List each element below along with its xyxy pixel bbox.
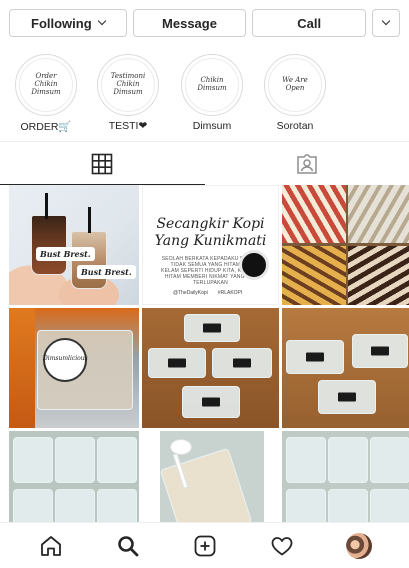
post-coffee-quote[interactable]: Secangkir Kopi Yang Kunikmati SEOLAH BER… <box>142 185 279 305</box>
highlight-label: Sorotan <box>276 120 314 132</box>
tab-posts-grid[interactable] <box>0 142 205 185</box>
package-label <box>168 358 186 368</box>
highlight-sorotan[interactable]: We Are Open Sorotan <box>255 54 335 132</box>
package-label <box>233 358 251 368</box>
nav-home[interactable] <box>29 524 73 568</box>
grid-icon <box>91 153 113 174</box>
collage-photo <box>348 185 409 243</box>
nav-add-post[interactable] <box>183 524 227 568</box>
food-package <box>212 348 272 378</box>
post-dimsum-package[interactable]: Dimsumlicious <box>9 308 139 428</box>
highlight-cover: Chikin Dimsum <box>181 54 243 116</box>
food-package <box>97 437 137 483</box>
poster-title: Secangkir Kopi Yang Kunikmati <box>143 216 278 250</box>
collage-photo <box>348 246 409 305</box>
spoon <box>170 439 192 455</box>
chevron-down-icon <box>97 16 106 26</box>
highlight-label: TESTI❤ <box>108 120 148 132</box>
heart-icon <box>271 536 292 555</box>
home-icon <box>40 535 61 556</box>
post-dimsum-packs-wood[interactable] <box>282 308 409 428</box>
package-label <box>202 397 220 407</box>
coffee-cup-topview <box>239 250 269 280</box>
add-post-icon <box>194 535 215 556</box>
cup-label: Bust Brest. <box>36 247 95 261</box>
package-label <box>371 346 389 356</box>
suggested-accounts-button[interactable] <box>372 9 400 37</box>
message-label: Message <box>162 15 217 31</box>
posts-grid: Bust Brest. Bust Brest. Secangkir Kopi Y… <box>9 185 409 543</box>
package-label <box>306 352 324 362</box>
poster-footer: @TheDailyKopi #RLAKOPI <box>173 290 268 296</box>
post-dessert-collage[interactable] <box>282 185 409 305</box>
food-package <box>328 437 368 483</box>
straw <box>45 193 48 219</box>
highlight-dimsum[interactable]: Chikin Dimsum Dimsum <box>172 54 252 132</box>
highlight-cover-text: We Are Open <box>268 58 322 112</box>
juice-bottle <box>9 308 35 428</box>
tab-tagged[interactable] <box>205 142 409 185</box>
food-package <box>182 386 240 418</box>
poster-title-line: Secangkir Kopi <box>156 216 265 232</box>
highlight-cover-text: Order Chikin Dimsum <box>19 58 73 112</box>
food-package <box>13 437 53 483</box>
food-package <box>286 340 344 374</box>
sticker-text: Dimsumlicious <box>43 355 88 362</box>
food-package <box>184 314 240 342</box>
highlight-order[interactable]: Order Chikin Dimsum ORDER🛒 <box>6 54 86 133</box>
collage-photo <box>282 185 346 243</box>
poster-title-line: Yang Kunikmati <box>154 233 267 249</box>
cup-label: Bust Brest. <box>77 265 136 279</box>
food-package <box>370 437 409 483</box>
food-package <box>318 380 376 414</box>
highlight-cover-text: Testimoni Chikin Dimsum <box>101 58 155 112</box>
poster-hashtag: #RLAKOPI <box>217 290 243 296</box>
post-dimsum-packs-table[interactable] <box>142 308 279 428</box>
highlight-testi[interactable]: Testimoni Chikin Dimsum TESTI❤ <box>88 54 168 132</box>
chevron-down-icon <box>381 16 391 26</box>
nav-profile[interactable] <box>337 524 381 568</box>
following-label: Following <box>31 15 92 31</box>
profile-actions: Following Message Call <box>9 9 400 37</box>
package-label <box>338 392 356 402</box>
following-button[interactable]: Following <box>9 9 127 37</box>
highlight-cover-text: Chikin Dimsum <box>185 58 239 112</box>
nav-activity[interactable] <box>260 524 304 568</box>
call-label: Call <box>297 15 322 31</box>
straw <box>88 207 91 233</box>
message-button[interactable]: Message <box>132 9 247 37</box>
collage-photo <box>282 246 346 305</box>
poster-handle: @TheDailyKopi <box>173 290 208 296</box>
food-package <box>352 334 408 368</box>
coffee-cup <box>31 215 67 275</box>
highlight-cover: We Are Open <box>264 54 326 116</box>
food-package <box>55 437 95 483</box>
bottom-nav <box>0 522 409 568</box>
profile-tabs <box>0 141 409 185</box>
story-highlights: Order Chikin Dimsum ORDER🛒 Testimoni Chi… <box>0 54 409 133</box>
post-iced-coffee[interactable]: Bust Brest. Bust Brest. <box>9 185 139 305</box>
highlight-cover: Order Chikin Dimsum <box>15 54 77 116</box>
tagged-icon <box>297 153 317 174</box>
profile-avatar <box>345 532 372 559</box>
highlight-label: ORDER🛒 <box>20 121 72 133</box>
food-package <box>148 348 206 378</box>
search-icon <box>117 535 138 556</box>
food-package <box>286 437 326 483</box>
highlight-cover: Testimoni Chikin Dimsum <box>97 54 159 116</box>
nav-search[interactable] <box>106 524 150 568</box>
package-label <box>203 323 221 333</box>
call-button[interactable]: Call <box>252 9 366 37</box>
highlight-label: Dimsum <box>192 120 232 132</box>
